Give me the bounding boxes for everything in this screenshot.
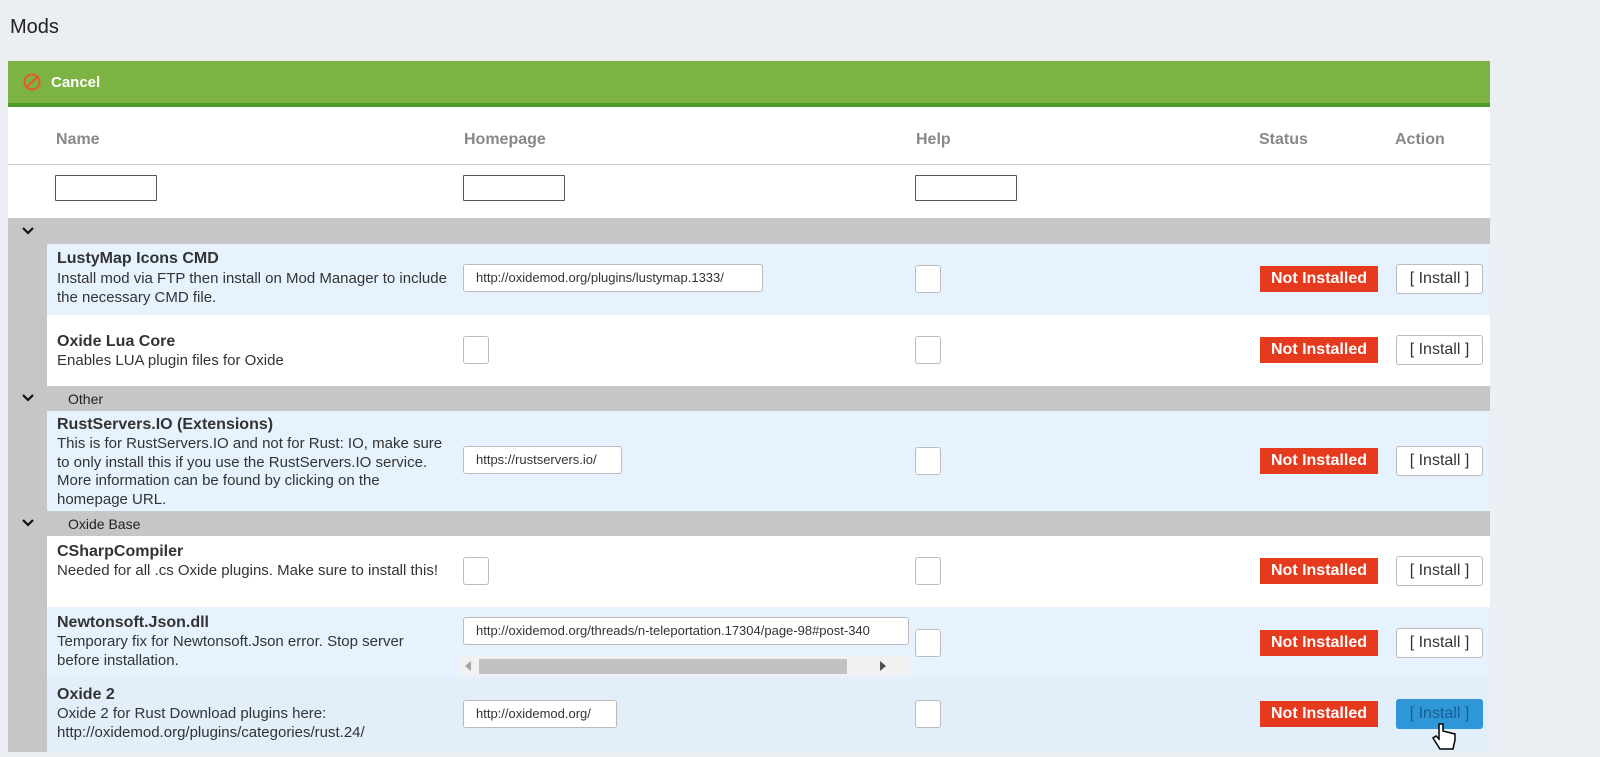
help-checkbox[interactable] [915, 629, 941, 657]
mod-description: Oxide 2 for Rust Download plugins here: … [57, 705, 365, 741]
status-badge: Not Installed [1260, 701, 1378, 727]
group-gutter [8, 411, 47, 511]
scroll-right-arrow-icon[interactable] [880, 661, 886, 671]
column-header-help[interactable]: Help [916, 131, 951, 149]
install-button[interactable]: [ Install ] [1396, 335, 1483, 365]
group-gutter [8, 244, 47, 386]
help-checkbox[interactable] [915, 447, 941, 475]
group-header[interactable]: Oxide Base [8, 511, 1490, 536]
chevron-down-icon[interactable] [20, 223, 36, 239]
group-label: Other [68, 391, 104, 407]
mod-name: Oxide 2 [57, 686, 115, 703]
homepage-url[interactable]: http://oxidemod.org/ [463, 700, 617, 728]
cancel-icon [22, 72, 42, 92]
mod-name: CSharpCompiler [57, 543, 184, 560]
homepage-url[interactable]: http://oxidemod.org/plugins/lustymap.133… [463, 264, 763, 292]
mod-name: LustyMap Icons CMD [57, 250, 219, 267]
mod-name: RustServers.IO (Extensions) [57, 416, 274, 433]
help-checkbox[interactable] [915, 700, 941, 728]
toolbar: Cancel [8, 61, 1490, 107]
homepage-horizontal-scrollbar[interactable] [459, 656, 909, 676]
scrollbar-thumb[interactable] [479, 659, 847, 674]
chevron-down-icon[interactable] [20, 515, 36, 531]
homepage-filter-input[interactable] [463, 175, 565, 201]
mod-description: Enables LUA plugin files for Oxide [57, 352, 284, 369]
help-checkbox[interactable] [915, 336, 941, 364]
column-header-homepage[interactable]: Homepage [464, 131, 546, 149]
mod-description: This is for RustServers.IO and not for R… [57, 435, 443, 508]
scroll-left-arrow-icon[interactable] [465, 661, 471, 671]
cancel-label: Cancel [51, 73, 101, 91]
status-badge: Not Installed [1260, 630, 1378, 656]
help-filter-input[interactable] [915, 175, 1017, 201]
mod-name: Newtonsoft.Json.dll [57, 614, 209, 631]
status-badge: Not Installed [1260, 266, 1378, 292]
column-header-action[interactable]: Action [1395, 131, 1445, 149]
homepage-url[interactable]: https://rustservers.io/ [463, 446, 622, 474]
help-checkbox[interactable] [915, 265, 941, 293]
homepage-url[interactable]: http://oxidemod.org/threads/n-teleportat… [463, 617, 909, 645]
install-button[interactable]: [ Install ] [1396, 446, 1483, 476]
install-button[interactable]: [ Install ] [1396, 264, 1483, 294]
cancel-button[interactable]: Cancel [22, 72, 100, 92]
name-filter-input[interactable] [55, 175, 157, 201]
group-header[interactable]: Other [8, 386, 1490, 411]
group-gutter [8, 536, 47, 752]
group-header[interactable] [8, 218, 1490, 244]
mod-description: Needed for all .cs Oxide plugins. Make s… [57, 562, 439, 579]
mod-description: Temporary fix for Newtonsoft.Json error.… [57, 633, 404, 669]
mod-description: Install mod via FTP then install on Mod … [57, 270, 447, 306]
column-header-name[interactable]: Name [56, 131, 100, 149]
homepage-checkbox[interactable] [463, 557, 489, 585]
filter-row [8, 165, 1490, 215]
install-button[interactable]: [ Install ] [1396, 628, 1483, 658]
status-badge: Not Installed [1260, 448, 1378, 474]
install-button[interactable]: [ Install ] [1396, 556, 1483, 586]
status-badge: Not Installed [1260, 558, 1378, 584]
mod-name: Oxide Lua Core [57, 333, 176, 350]
help-checkbox[interactable] [915, 557, 941, 585]
chevron-down-icon[interactable] [20, 390, 36, 406]
homepage-checkbox[interactable] [463, 336, 489, 364]
group-label: Oxide Base [68, 516, 141, 532]
column-header-status[interactable]: Status [1259, 131, 1308, 149]
hand-cursor-icon [1430, 722, 1460, 752]
status-badge: Not Installed [1260, 337, 1378, 363]
page-title: Mods [10, 16, 59, 38]
